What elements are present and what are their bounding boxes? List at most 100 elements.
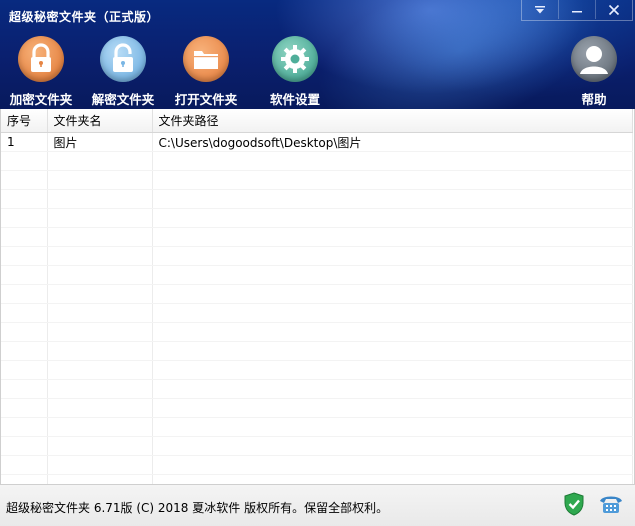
empty-cell (47, 455, 153, 475)
empty-table-row (1, 151, 633, 171)
empty-cell (152, 398, 633, 418)
phone-icon[interactable] (598, 493, 624, 515)
empty-cell (1, 189, 48, 209)
empty-cell (152, 246, 633, 266)
empty-table-row (1, 455, 633, 475)
empty-cell (152, 341, 633, 361)
empty-cell (47, 417, 153, 437)
empty-cell (152, 322, 633, 342)
empty-table-row (1, 322, 633, 342)
empty-cell (1, 208, 48, 228)
unlock-icon (100, 36, 146, 82)
empty-cell (152, 379, 633, 399)
empty-cell (47, 170, 153, 190)
empty-table-row (1, 246, 633, 266)
empty-cell (152, 284, 633, 304)
open-folder-button[interactable]: 打开文件夹 (166, 36, 246, 108)
empty-table-row (1, 227, 633, 247)
empty-cell (1, 341, 48, 361)
empty-table-row (1, 265, 633, 285)
table-header-row: 序号 文件夹名 文件夹路径 (1, 109, 633, 133)
table-row[interactable]: 1 图片 C:\Users\dogoodsoft\Desktop\图片 (1, 132, 633, 152)
cell-folder-path: C:\Users\dogoodsoft\Desktop\图片 (152, 132, 633, 152)
column-header-index[interactable]: 序号 (1, 109, 48, 133)
menu-dropdown-icon (535, 5, 545, 13)
cell-folder-name: 图片 (47, 132, 153, 152)
empty-cell (47, 436, 153, 456)
empty-cell (1, 436, 48, 456)
empty-cell (152, 360, 633, 380)
folder-list[interactable]: 序号 文件夹名 文件夹路径 1 图片 C:\Users\dogoodsoft\D… (0, 109, 635, 484)
empty-table-row (1, 360, 633, 380)
empty-cell (1, 151, 48, 171)
window-controls (521, 0, 633, 21)
column-header-path[interactable]: 文件夹路径 (152, 109, 633, 133)
settings-button[interactable]: 软件设置 (255, 36, 335, 108)
close-button[interactable] (595, 0, 632, 19)
help-button[interactable]: 帮助 (554, 36, 634, 108)
empty-cell (152, 417, 633, 437)
empty-cell (1, 246, 48, 266)
table-body: 1 图片 C:\Users\dogoodsoft\Desktop\图片 (1, 132, 633, 484)
header-bar: 超级秘密文件夹（正式版） 加密文件夹 解密文件夹 打开文件夹 软件设置 帮助 (0, 0, 635, 109)
empty-cell (152, 265, 633, 285)
empty-cell (1, 322, 48, 342)
empty-table-row (1, 417, 633, 437)
folder-icon (183, 36, 229, 82)
minimize-icon (572, 10, 582, 12)
gear-icon (272, 36, 318, 82)
empty-cell (47, 246, 153, 266)
empty-cell (47, 322, 153, 342)
empty-cell (152, 208, 633, 228)
empty-cell (1, 284, 48, 304)
decrypt-folder-button[interactable]: 解密文件夹 (83, 36, 163, 108)
settings-label: 软件设置 (269, 92, 320, 107)
empty-table-row (1, 474, 633, 484)
help-label: 帮助 (581, 92, 607, 107)
window-title: 超级秘密文件夹（正式版） (9, 10, 160, 24)
empty-cell (47, 284, 153, 304)
column-header-name[interactable]: 文件夹名 (47, 109, 153, 133)
cell-index: 1 (1, 132, 48, 152)
empty-cell (1, 360, 48, 380)
empty-cell (152, 189, 633, 209)
empty-cell (47, 189, 153, 209)
user-avatar-icon (571, 36, 617, 82)
empty-cell (152, 436, 633, 456)
empty-cell (1, 227, 48, 247)
empty-table-row (1, 170, 633, 190)
empty-table-row (1, 436, 633, 456)
empty-cell (152, 303, 633, 323)
empty-table-row (1, 208, 633, 228)
empty-table-row (1, 398, 633, 418)
empty-cell (47, 398, 153, 418)
empty-cell (47, 208, 153, 228)
empty-table-row (1, 341, 633, 361)
empty-cell (152, 151, 633, 171)
empty-table-row (1, 189, 633, 209)
empty-table-row (1, 284, 633, 304)
empty-cell (152, 170, 633, 190)
empty-cell (47, 341, 153, 361)
empty-cell (47, 360, 153, 380)
empty-cell (1, 170, 48, 190)
empty-table-row (1, 379, 633, 399)
menu-button[interactable] (522, 0, 558, 19)
encrypt-folder-label: 加密文件夹 (9, 92, 73, 107)
folder-table: 序号 文件夹名 文件夹路径 1 图片 C:\Users\dogoodsoft\D… (1, 109, 633, 484)
empty-cell (47, 265, 153, 285)
status-bar: 超级秘密文件夹 6.71版 (C) 2018 夏冰软件 版权所有。保留全部权利。 (0, 484, 635, 526)
shield-check-icon[interactable] (563, 492, 585, 516)
encrypt-folder-button[interactable]: 加密文件夹 (1, 36, 81, 108)
status-text: 超级秘密文件夹 6.71版 (C) 2018 夏冰软件 版权所有。保留全部权利。 (6, 501, 389, 515)
empty-cell (1, 303, 48, 323)
app-window: 超级秘密文件夹（正式版） 加密文件夹 解密文件夹 打开文件夹 软件设置 帮助 序… (0, 0, 635, 526)
empty-cell (152, 227, 633, 247)
empty-cell (1, 398, 48, 418)
empty-cell (1, 417, 48, 437)
empty-cell (152, 474, 633, 484)
decrypt-folder-label: 解密文件夹 (91, 92, 155, 107)
empty-table-row (1, 303, 633, 323)
minimize-button[interactable] (558, 0, 595, 19)
empty-cell (47, 379, 153, 399)
